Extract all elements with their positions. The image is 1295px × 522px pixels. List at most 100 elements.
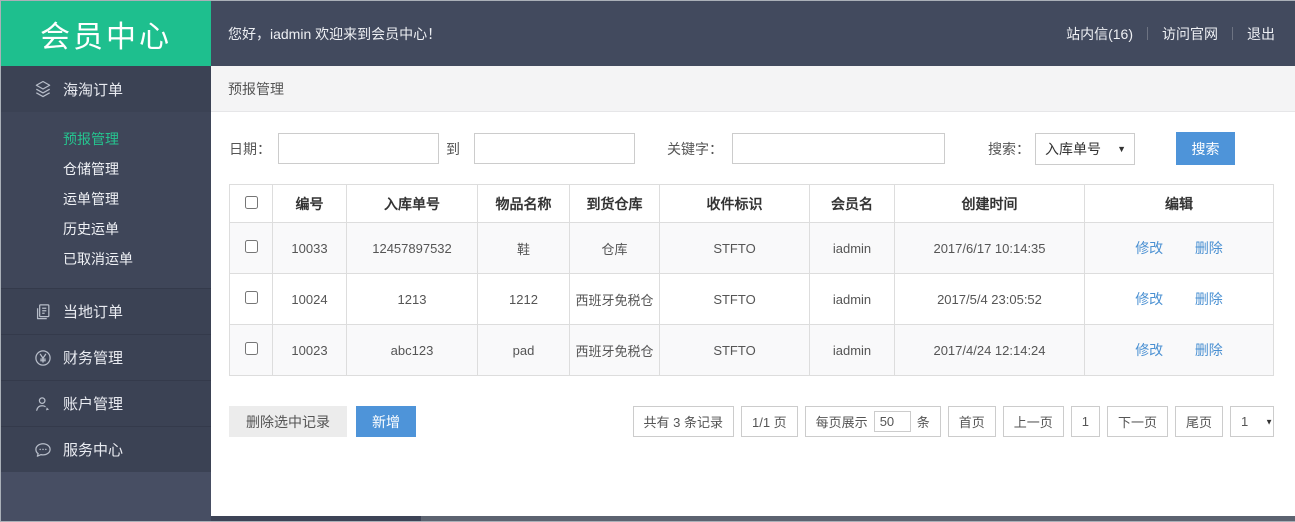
divider — [1232, 27, 1233, 40]
sidebar-item-finance-management[interactable]: 财务管理 — [1, 334, 211, 380]
logout-link[interactable]: 退出 — [1247, 24, 1275, 44]
cell-storage-no: 1213 — [346, 273, 478, 325]
per-page-suffix-label: 条 — [916, 415, 930, 430]
cell-member: iadmin — [809, 273, 895, 325]
select-all-checkbox[interactable] — [244, 195, 258, 209]
table-row: 10033 12457897532 鞋 仓库 STFTO iadmin 2017… — [229, 222, 1274, 274]
column-header-member: 会员名 — [809, 184, 895, 223]
date-to-input[interactable] — [474, 133, 635, 164]
topbar-links: 站内信(16) 访问官网 退出 — [1066, 24, 1275, 44]
column-header-item-name: 物品名称 — [477, 184, 570, 223]
sidebar-item-local-orders[interactable]: 当地订单 — [1, 288, 211, 334]
page-number-button[interactable]: 1 — [1070, 406, 1100, 437]
per-page-input[interactable] — [873, 411, 911, 432]
document-icon — [33, 302, 53, 322]
search-type-select[interactable]: 入库单号 — [1035, 132, 1135, 165]
prev-page-button[interactable]: 上一页 — [1002, 406, 1064, 437]
cell-member: iadmin — [809, 324, 895, 376]
brand-title: 会员中心 — [40, 20, 172, 54]
main-panel: 您好，iadmin 欢迎来到会员中心！ 站内信(16) 访问官网 退出 预报管理… — [211, 1, 1295, 521]
keyword-input[interactable] — [732, 133, 945, 164]
search-type-label: 搜索： — [988, 140, 1030, 157]
cell-warehouse: 西班牙免税仓 — [569, 324, 660, 376]
keyword-label: 关键字： — [667, 140, 723, 157]
footer-strip — [211, 516, 1295, 521]
content-area: 日期： 到 关键字： 搜索： 入库单号 ▼ 搜索 编号 入库单号 物品名称 到货… — [211, 112, 1295, 437]
edit-link[interactable]: 修改 — [1135, 342, 1163, 358]
first-page-button[interactable]: 首页 — [947, 406, 996, 437]
row-checkbox[interactable] — [244, 342, 258, 355]
column-header-storage-no: 入库单号 — [346, 184, 478, 223]
table-row: 10024 1213 1212 西班牙免税仓 STFTO iadmin 2017… — [229, 273, 1274, 325]
sidebar-subitem-cancelled-waybills[interactable]: 已取消运单 — [1, 244, 211, 274]
page-title: 预报管理 — [228, 80, 284, 97]
sidebar-item-service-center[interactable]: 服务中心 — [1, 426, 211, 472]
column-header-created: 创建时间 — [894, 184, 1085, 223]
user-icon — [33, 394, 53, 414]
yen-circle-icon — [33, 348, 53, 368]
delete-link[interactable]: 删除 — [1195, 291, 1223, 307]
delete-link[interactable]: 删除 — [1195, 240, 1223, 256]
cell-member: iadmin — [809, 222, 895, 274]
to-label: 到 — [446, 140, 460, 157]
total-records-label: 共有 3 条记录 — [632, 406, 734, 437]
per-page-prefix-label: 每页展示 — [815, 415, 868, 430]
cell-created: 2017/5/4 23:05:52 — [894, 273, 1085, 325]
cell-id: 10024 — [272, 273, 347, 325]
breadcrumb: 预报管理 — [211, 66, 1295, 112]
column-header-id: 编号 — [272, 184, 347, 223]
sidebar-item-label: 当地订单 — [63, 304, 124, 321]
cell-id: 10033 — [272, 222, 347, 274]
column-header-edit: 编辑 — [1084, 184, 1274, 223]
welcome-message: 您好，iadmin 欢迎来到会员中心！ — [228, 25, 442, 42]
sidebar-nav: 海淘订单 预报管理 仓储管理 运单管理 历史运单 已取消运单 当地订单 财务管理… — [1, 66, 211, 472]
sidebar-subitem-warehouse-management[interactable]: 仓储管理 — [1, 154, 211, 184]
row-checkbox[interactable] — [244, 240, 258, 253]
page-jump-select-box: 1 ▼ — [1230, 406, 1274, 437]
site-mail-link[interactable]: 站内信(16) — [1066, 24, 1133, 44]
visit-official-site-link[interactable]: 访问官网 — [1162, 24, 1218, 44]
edit-link[interactable]: 修改 — [1135, 291, 1163, 307]
table-footer-bar: 删除选中记录 新增 共有 3 条记录 1/1 页 每页展示 条 首页 上一页 1… — [229, 406, 1274, 437]
date-from-input[interactable] — [278, 133, 439, 164]
member-center-window: 会员中心 海淘订单 预报管理 仓储管理 运单管理 历史运单 已取消运单 当地订单… — [0, 0, 1295, 522]
pagination: 共有 3 条记录 1/1 页 每页展示 条 首页 上一页 1 下一页 尾页 1 — [626, 406, 1274, 437]
cell-created: 2017/6/17 10:14:35 — [894, 222, 1085, 274]
haitao-submenu: 预报管理 仓储管理 运单管理 历史运单 已取消运单 — [1, 112, 211, 288]
cell-receiver-tag: STFTO — [659, 273, 810, 325]
sidebar-subitem-forecast-management[interactable]: 预报管理 — [1, 124, 211, 154]
delete-selected-button[interactable]: 删除选中记录 — [229, 406, 347, 437]
next-page-button[interactable]: 下一页 — [1106, 406, 1168, 437]
table-header-row: 编号 入库单号 物品名称 到货仓库 收件标识 会员名 创建时间 编辑 — [229, 184, 1274, 223]
cell-warehouse: 仓库 — [569, 222, 660, 274]
last-page-button[interactable]: 尾页 — [1174, 406, 1223, 437]
cell-storage-no: 12457897532 — [346, 222, 478, 274]
bulk-actions: 删除选中记录 新增 — [229, 406, 416, 437]
row-checkbox[interactable] — [244, 291, 258, 304]
search-button[interactable]: 搜索 — [1176, 132, 1235, 165]
page-jump-select[interactable]: 1 — [1241, 414, 1263, 429]
sidebar-subitem-history-waybills[interactable]: 历史运单 — [1, 214, 211, 244]
cell-warehouse: 西班牙免税仓 — [569, 273, 660, 325]
layers-icon — [33, 79, 53, 99]
cell-id: 10023 — [272, 324, 347, 376]
sidebar-item-account-management[interactable]: 账户管理 — [1, 380, 211, 426]
sidebar-item-label: 服务中心 — [63, 442, 124, 459]
delete-link[interactable]: 删除 — [1195, 342, 1223, 358]
forecast-table: 编号 入库单号 物品名称 到货仓库 收件标识 会员名 创建时间 编辑 10033 — [229, 184, 1274, 376]
edit-link[interactable]: 修改 — [1135, 240, 1163, 256]
sidebar-item-label: 海淘订单 — [63, 81, 124, 99]
sidebar-subitem-waybill-management[interactable]: 运单管理 — [1, 184, 211, 214]
add-new-button[interactable]: 新增 — [356, 406, 416, 437]
filter-bar: 日期： 到 关键字： 搜索： 入库单号 ▼ 搜索 — [229, 132, 1274, 165]
column-header-receiver-tag: 收件标识 — [659, 184, 810, 223]
chat-bubble-icon — [33, 440, 53, 460]
cell-item-name: pad — [477, 324, 570, 376]
divider — [1147, 27, 1148, 40]
table-row: 10023 abc123 pad 西班牙免税仓 STFTO iadmin 201… — [229, 324, 1274, 376]
cell-storage-no: abc123 — [346, 324, 478, 376]
cell-created: 2017/4/24 12:14:24 — [894, 324, 1085, 376]
sidebar-item-haitao-orders[interactable]: 海淘订单 — [1, 66, 211, 112]
chevron-down-icon: ▼ — [1265, 417, 1273, 426]
sidebar-item-label: 账户管理 — [63, 396, 124, 413]
